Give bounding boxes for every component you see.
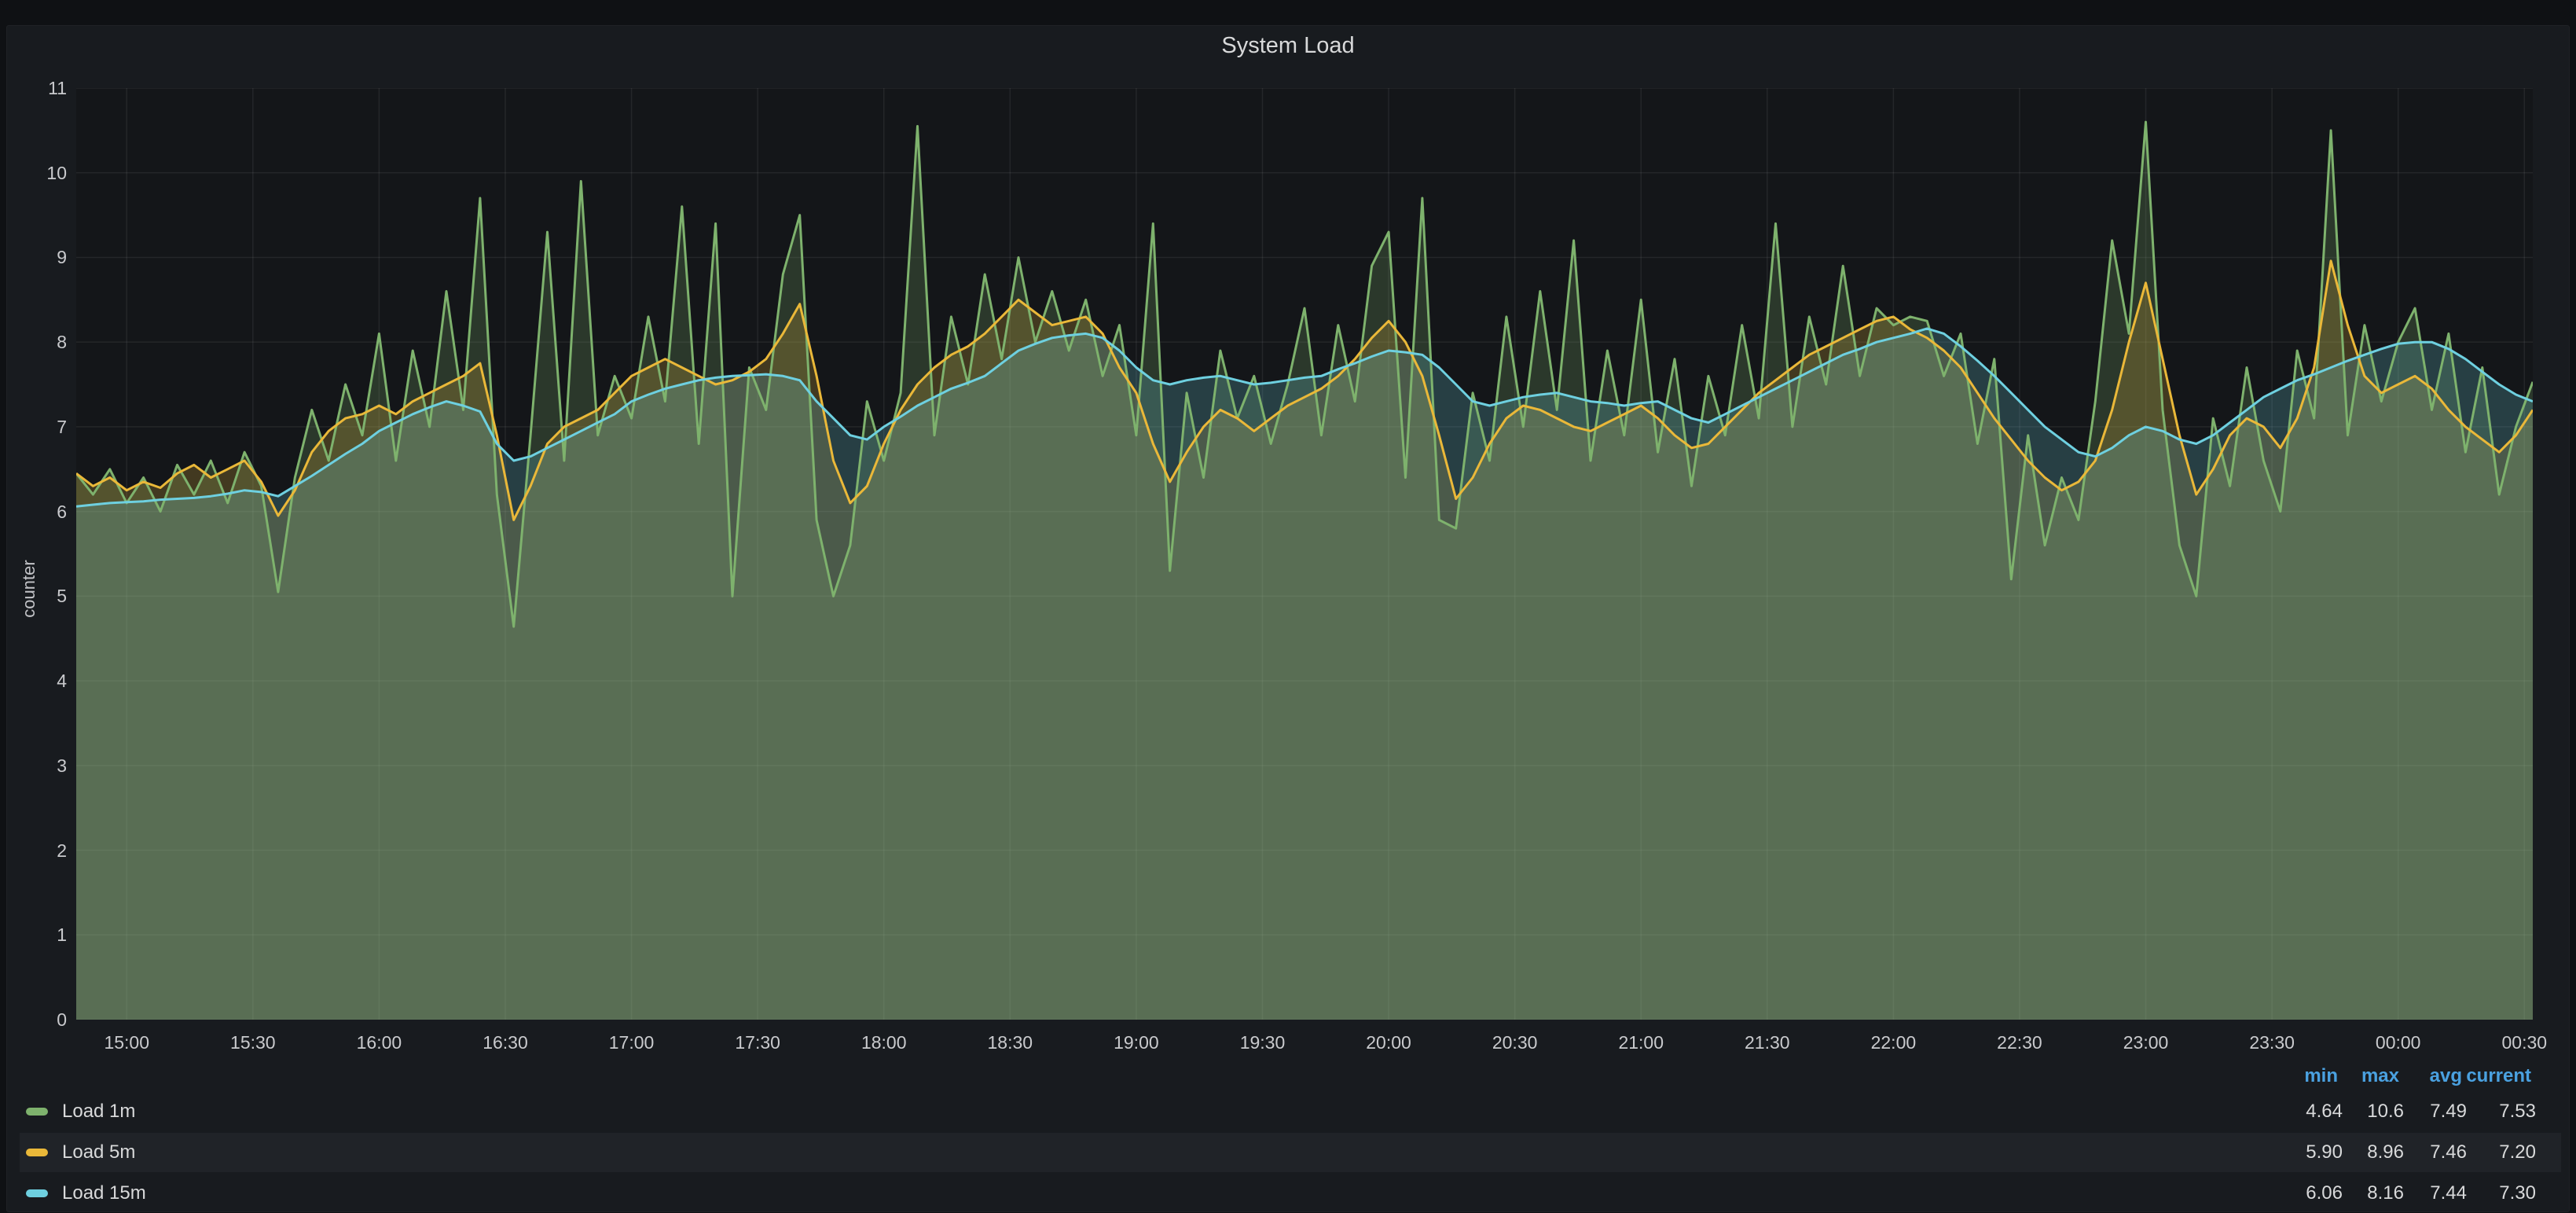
y-tick-label: 6	[20, 502, 67, 522]
stat-current: 7.20	[2434, 1141, 2536, 1164]
x-tick-label: 00:30	[2485, 1032, 2563, 1053]
y-tick-label: 0	[20, 1009, 67, 1030]
series-label[interactable]: Load 15m	[62, 1182, 146, 1204]
x-tick-label: 18:00	[845, 1032, 923, 1053]
y-tick-label: 7	[20, 417, 67, 437]
panel-title[interactable]: System Load	[7, 32, 2569, 59]
x-tick-label: 21:00	[1602, 1032, 1680, 1053]
y-tick-label: 3	[20, 755, 67, 776]
x-tick-label: 23:30	[2233, 1032, 2311, 1053]
series-color-swatch[interactable]	[26, 1189, 48, 1197]
y-tick-label: 2	[20, 840, 67, 861]
x-tick-label: 17:00	[593, 1032, 671, 1053]
series-color-swatch[interactable]	[26, 1149, 48, 1156]
y-tick-label: 4	[20, 671, 67, 691]
x-tick-label: 22:00	[1854, 1032, 1932, 1053]
x-tick-label: 17:30	[718, 1032, 797, 1053]
series-label[interactable]: Load 5m	[62, 1141, 135, 1163]
x-tick-label: 20:00	[1349, 1032, 1428, 1053]
x-tick-label: 00:00	[2359, 1032, 2438, 1053]
x-tick-label: 15:00	[87, 1032, 166, 1053]
stat-current: 7.53	[2434, 1100, 2536, 1123]
series-label[interactable]: Load 1m	[62, 1101, 135, 1123]
series-color-swatch[interactable]	[26, 1108, 48, 1116]
graph-plot-area[interactable]	[76, 88, 2533, 1020]
x-tick-label: 16:00	[339, 1032, 418, 1053]
x-tick-label: 19:30	[1223, 1032, 1301, 1053]
x-tick-label: 20:30	[1476, 1032, 1554, 1053]
y-tick-label: 5	[20, 586, 67, 606]
legend-row-load-15m[interactable]: Load 15m 6.06 8.16 7.44 7.30	[20, 1174, 2561, 1213]
y-tick-label: 9	[20, 247, 67, 267]
legend-row-load-5m[interactable]: Load 5m 5.90 8.96 7.46 7.20	[20, 1133, 2561, 1172]
x-tick-label: 21:30	[1728, 1032, 1807, 1053]
legend-header-current[interactable]: current	[2429, 1064, 2531, 1089]
graph-canvas[interactable]	[76, 88, 2533, 1020]
x-tick-label: 22:30	[1980, 1032, 2059, 1053]
x-tick-label: 19:00	[1097, 1032, 1176, 1053]
legend: min max avg current Load 1m 4.64 10.6 7.…	[7, 1054, 2569, 1211]
x-tick-label: 18:30	[971, 1032, 1049, 1053]
stat-current: 7.30	[2434, 1182, 2536, 1205]
x-tick-label: 15:30	[214, 1032, 292, 1053]
y-tick-label: 11	[20, 78, 67, 98]
y-tick-label: 10	[20, 163, 67, 183]
system-load-panel: System Load counter 01234567891011 15:00…	[6, 25, 2570, 1212]
x-tick-label: 16:30	[466, 1032, 545, 1053]
legend-row-load-1m[interactable]: Load 1m 4.64 10.6 7.49 7.53	[20, 1092, 2561, 1131]
y-tick-label: 8	[20, 332, 67, 352]
x-tick-label: 23:00	[2107, 1032, 2185, 1053]
y-tick-label: 1	[20, 924, 67, 945]
legend-header-row: min max avg current	[7, 1064, 2569, 1089]
